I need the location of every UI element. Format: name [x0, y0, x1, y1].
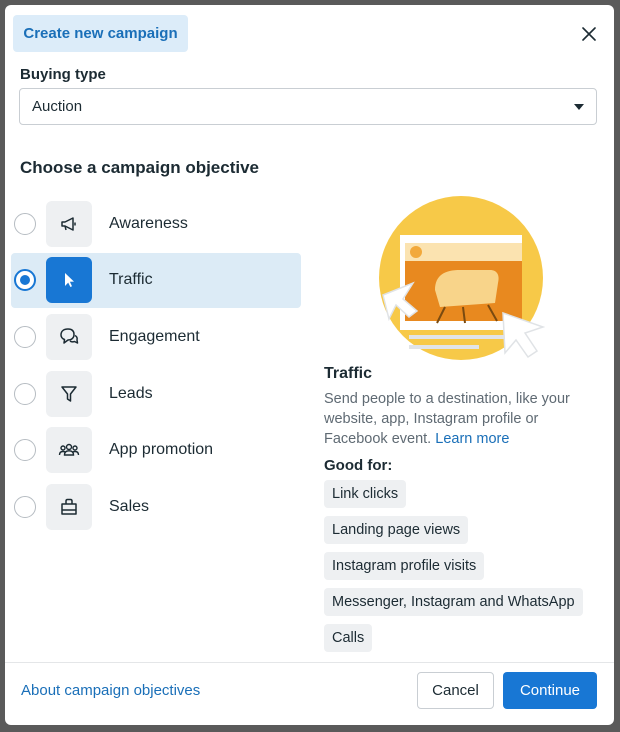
objective-label: Traffic: [109, 271, 153, 289]
good-for-tag: Instagram profile visits: [324, 552, 485, 580]
radio-selected-dot: [20, 275, 30, 286]
good-for-tag: Messenger, Instagram and WhatsApp: [324, 588, 583, 616]
shopping-bag-icon: [46, 483, 92, 530]
about-objectives-link[interactable]: About campaign objectives: [21, 682, 200, 699]
people-icon: [46, 427, 92, 474]
good-for-tag: Link clicks: [324, 480, 407, 508]
close-icon: [582, 27, 596, 41]
objective-leads[interactable]: Leads: [11, 366, 301, 421]
objective-list: Awareness Traffic Engagement Leads App p…: [11, 196, 301, 536]
footer-divider: [5, 662, 614, 663]
objective-label: Sales: [109, 497, 150, 515]
radio-awareness[interactable]: [14, 212, 36, 235]
good-for-tag: Calls: [324, 624, 373, 652]
good-for-tag: Landing page views: [324, 516, 469, 544]
objective-app-promotion[interactable]: App promotion: [11, 423, 301, 478]
objective-engagement[interactable]: Engagement: [11, 309, 301, 364]
detail-description: Send people to a destination, like your …: [324, 389, 594, 449]
cursor-icon: [46, 257, 92, 304]
good-for-label: Good for:: [324, 457, 393, 474]
objective-traffic[interactable]: Traffic: [11, 252, 301, 308]
create-campaign-dialog: Create new campaign Buying type Auction …: [5, 5, 614, 725]
objective-awareness[interactable]: Awareness: [11, 196, 301, 251]
objective-label: Awareness: [109, 214, 188, 232]
continue-button[interactable]: Continue: [503, 672, 597, 709]
objective-label: Leads: [109, 384, 153, 402]
traffic-illustration: [379, 196, 546, 360]
objective-label: Engagement: [109, 327, 200, 345]
megaphone-icon: [46, 200, 92, 247]
objective-sales[interactable]: Sales: [11, 479, 301, 534]
objective-label: App promotion: [109, 441, 214, 459]
objective-detail-panel: Traffic Send people to a destination, li…: [324, 365, 594, 660]
buying-type-value: Auction: [32, 98, 83, 115]
radio-sales[interactable]: [14, 495, 36, 518]
cancel-button[interactable]: Cancel: [417, 672, 494, 709]
learn-more-link[interactable]: Learn more: [435, 431, 509, 447]
detail-title: Traffic: [324, 365, 373, 382]
radio-traffic[interactable]: [14, 269, 36, 292]
radio-app-promotion[interactable]: [14, 439, 36, 462]
caret-down-icon: [574, 103, 584, 110]
funnel-icon: [46, 370, 92, 417]
radio-leads[interactable]: [14, 382, 36, 405]
radio-engagement[interactable]: [14, 325, 36, 348]
objectives-heading: Choose a campaign objective: [20, 158, 260, 177]
dialog-title: Create new campaign: [13, 15, 188, 52]
chat-bubbles-icon: [46, 313, 92, 360]
buying-type-select[interactable]: Auction: [19, 88, 597, 125]
buying-type-label: Buying type: [20, 66, 106, 83]
close-button[interactable]: [578, 23, 600, 45]
